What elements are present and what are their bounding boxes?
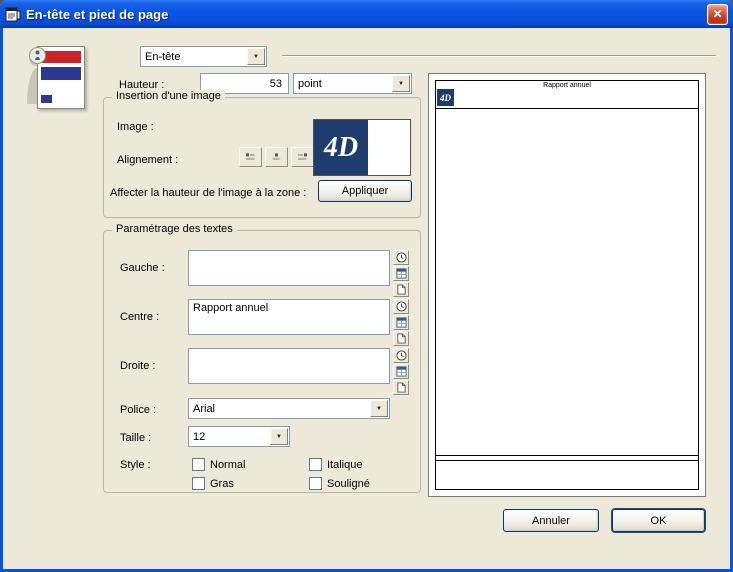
annuler-button[interactable]: Annuler: [503, 509, 599, 532]
ok-button[interactable]: OK: [612, 509, 705, 532]
image-preview: 4D: [313, 119, 411, 176]
appliquer-button[interactable]: Appliquer: [318, 180, 412, 202]
checkbox-normal[interactable]: [192, 458, 205, 471]
preview-header-area: Rapport annuel 4D: [436, 81, 698, 109]
insert-time-button[interactable]: [393, 250, 409, 265]
calendar-icon: [396, 317, 407, 328]
align-right-button[interactable]: [291, 147, 314, 167]
insert-page-number-button[interactable]: [393, 282, 409, 297]
chevron-down-icon[interactable]: ▼: [370, 400, 388, 417]
checkbox-gras[interactable]: [192, 477, 205, 490]
taille-select[interactable]: 12 ▼: [188, 426, 290, 447]
insert-page-number-button[interactable]: [393, 331, 409, 346]
unit-select[interactable]: point ▼: [293, 73, 412, 94]
unit-select-value: point: [294, 74, 391, 93]
taille-label: Taille :: [120, 431, 151, 445]
checkbox-italique-label: Italique: [327, 458, 362, 472]
align-center-button[interactable]: [265, 147, 288, 167]
image-group-title: Insertion d'une image: [112, 90, 225, 102]
top-separator: [282, 55, 716, 57]
insert-time-button[interactable]: [393, 299, 409, 314]
app-icon: [5, 6, 21, 22]
preview-page: Rapport annuel 4D: [435, 80, 699, 490]
zone-select-value: En-tête: [141, 47, 246, 66]
logo-4d: 4D: [314, 120, 368, 175]
calendar-icon: [396, 268, 407, 279]
checkbox-gras-label: Gras: [210, 477, 234, 491]
centre-input[interactable]: Rapport annuel: [188, 299, 390, 335]
align-left-icon: [246, 151, 255, 163]
police-select[interactable]: Arial ▼: [188, 398, 390, 419]
chevron-down-icon[interactable]: ▼: [392, 75, 410, 92]
police-label: Police :: [120, 403, 156, 417]
page-icon: [396, 382, 407, 393]
page-icon: [396, 284, 407, 295]
droite-input[interactable]: [188, 348, 390, 384]
page-icon: [396, 333, 407, 344]
preview-header-text: Rapport annuel: [436, 82, 698, 90]
clock-icon: [396, 301, 407, 312]
centre-label: Centre :: [120, 310, 159, 324]
align-right-icon: [298, 151, 307, 163]
gauche-input[interactable]: [188, 250, 390, 286]
insert-date-button[interactable]: [393, 315, 409, 330]
affect-height-label: Affecter la hauteur de l'image à la zone…: [110, 186, 306, 200]
alignement-label: Alignement :: [117, 153, 178, 167]
checkbox-normal-label: Normal: [210, 458, 245, 472]
zone-select[interactable]: En-tête ▼: [140, 46, 267, 67]
text-group-title: Paramétrage des textes: [112, 223, 237, 235]
taille-select-value: 12: [189, 427, 269, 446]
insert-page-number-button[interactable]: [393, 380, 409, 395]
checkbox-souligne-label: Souligné: [327, 477, 370, 491]
insert-time-button[interactable]: [393, 348, 409, 363]
checkbox-souligne[interactable]: [309, 477, 322, 490]
window-title: En-tête et pied de page: [26, 7, 707, 22]
insert-date-button[interactable]: [393, 266, 409, 281]
chevron-down-icon[interactable]: ▼: [247, 48, 265, 65]
preview-footer-line: [436, 455, 698, 461]
align-center-icon: [272, 151, 281, 163]
page-preview: Rapport annuel 4D: [428, 73, 706, 497]
insert-date-button[interactable]: [393, 364, 409, 379]
clock-icon: [396, 350, 407, 361]
preview-logo-4d: 4D: [437, 89, 454, 106]
droite-label: Droite :: [120, 359, 155, 373]
gauche-label: Gauche :: [120, 261, 165, 275]
checkbox-italique[interactable]: [309, 458, 322, 471]
police-select-value: Arial: [189, 399, 369, 418]
chevron-down-icon[interactable]: ▼: [270, 428, 288, 445]
header-footer-icon: [24, 44, 90, 110]
image-label: Image :: [117, 120, 154, 134]
align-left-button[interactable]: [239, 147, 262, 167]
title-bar[interactable]: En-tête et pied de page ✕: [0, 0, 733, 28]
calendar-icon: [396, 366, 407, 377]
clock-icon: [396, 252, 407, 263]
close-button[interactable]: ✕: [707, 4, 728, 25]
dialog-window: En-tête et pied de page ✕ En-tête ▼ Haut…: [0, 0, 733, 572]
style-label: Style :: [120, 458, 151, 472]
